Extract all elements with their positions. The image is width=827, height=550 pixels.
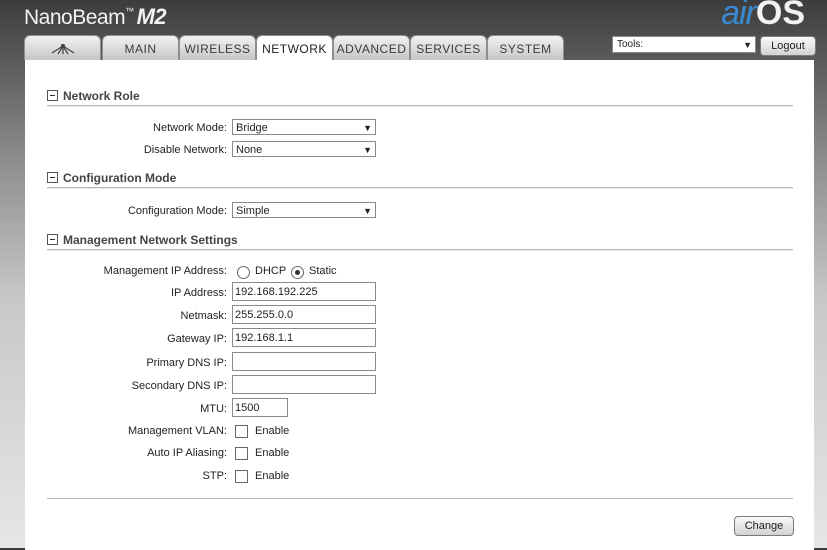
primary-dns-label: Primary DNS IP:	[146, 357, 227, 369]
tab-services-label: SERVICES	[416, 42, 481, 56]
gateway-label: Gateway IP:	[167, 333, 227, 345]
change-button[interactable]: Change	[734, 516, 794, 536]
netmask-label: Netmask:	[180, 310, 227, 322]
ip-address-label: IP Address:	[170, 287, 227, 299]
disable-network-value: None	[236, 144, 263, 156]
primary-dns-input[interactable]	[232, 352, 376, 371]
tab-network-label: NETWORK	[262, 42, 327, 56]
tools-dropdown[interactable]: Tools: ▼	[612, 36, 756, 53]
tab-wireless[interactable]: WIRELESS	[179, 35, 256, 60]
disable-network-label: Disable Network:	[143, 144, 227, 156]
stp-checkbox[interactable]	[235, 470, 248, 483]
ip-address-input[interactable]: 192.168.192.225	[232, 282, 376, 301]
tab-services[interactable]: SERVICES	[410, 35, 487, 60]
tab-advanced-label: ADVANCED	[336, 42, 407, 56]
tab-system[interactable]: SYSTEM	[487, 35, 564, 60]
dhcp-radio[interactable]	[237, 266, 250, 279]
stp-enable-label: Enable	[255, 470, 290, 482]
management-vlan-label: Management VLAN:	[127, 425, 227, 437]
tab-main-label: MAIN	[124, 42, 157, 56]
management-vlan-enable-label: Enable	[255, 425, 290, 437]
logo-os-text: OS	[755, 0, 805, 32]
airos-logo: airOS	[721, 0, 805, 33]
static-label: Static	[309, 265, 337, 277]
network-mode-value: Bridge	[236, 122, 268, 134]
collapse-icon[interactable]	[47, 90, 58, 101]
mtu-label: MTU:	[200, 403, 227, 415]
brand-title: NanoBeam™ M2	[24, 4, 167, 30]
disable-network-select[interactable]: None ▼	[232, 141, 376, 157]
tools-value: Tools:	[617, 39, 644, 50]
collapse-icon[interactable]	[47, 234, 58, 245]
auto-ip-aliasing-label: Auto IP Aliasing:	[147, 447, 227, 459]
section-configuration-mode: Configuration Mode	[47, 171, 793, 188]
auto-ip-aliasing-checkbox[interactable]	[235, 447, 248, 460]
configuration-mode-select[interactable]: Simple ▼	[232, 202, 376, 218]
chevron-down-icon: ▼	[363, 145, 372, 155]
auto-ip-aliasing-enable-label: Enable	[255, 447, 290, 459]
logout-button[interactable]: Logout	[760, 36, 816, 56]
section-title: Configuration Mode	[63, 171, 177, 185]
section-title: Management Network Settings	[63, 233, 238, 247]
chevron-down-icon: ▼	[363, 123, 372, 133]
netmask-input[interactable]: 255.255.0.0	[232, 305, 376, 324]
chevron-down-icon: ▼	[363, 206, 372, 216]
tab-home[interactable]	[24, 35, 101, 60]
stp-label: STP:	[202, 470, 227, 482]
product-name: NanoBeam	[24, 6, 126, 29]
static-radio[interactable]	[291, 266, 304, 279]
configuration-mode-label: Configuration Mode:	[127, 205, 227, 217]
tab-system-label: SYSTEM	[499, 42, 552, 56]
section-network-role: Network Role	[47, 89, 793, 106]
section-title: Network Role	[63, 89, 140, 103]
model-name: M2	[136, 4, 167, 29]
tab-main[interactable]: MAIN	[102, 35, 179, 60]
section-management-network: Management Network Settings	[47, 233, 793, 250]
network-settings-panel: Network Role Network Mode: Bridge ▼ Disab…	[25, 60, 814, 550]
dhcp-label: DHCP	[255, 265, 287, 277]
gateway-input[interactable]: 192.168.1.1	[232, 328, 376, 347]
secondary-dns-input[interactable]	[232, 375, 376, 394]
tab-advanced[interactable]: ADVANCED	[333, 35, 410, 60]
logo-air-text: air	[721, 0, 757, 32]
chevron-down-icon: ▼	[743, 40, 752, 50]
divider	[47, 498, 793, 499]
network-mode-label: Network Mode:	[153, 122, 227, 134]
tab-wireless-label: WIRELESS	[184, 42, 251, 56]
ubiquiti-logo-icon	[51, 43, 74, 55]
mtu-input[interactable]: 1500	[232, 398, 288, 417]
network-mode-select[interactable]: Bridge ▼	[232, 119, 376, 135]
management-vlan-checkbox[interactable]	[235, 425, 248, 438]
tab-network[interactable]: NETWORK	[256, 35, 333, 61]
collapse-icon[interactable]	[47, 172, 58, 183]
configuration-mode-value: Simple	[236, 205, 270, 217]
trademark: ™	[125, 6, 134, 16]
management-ip-mode-label: Management IP Address:	[103, 265, 227, 277]
secondary-dns-label: Secondary DNS IP:	[131, 380, 227, 392]
